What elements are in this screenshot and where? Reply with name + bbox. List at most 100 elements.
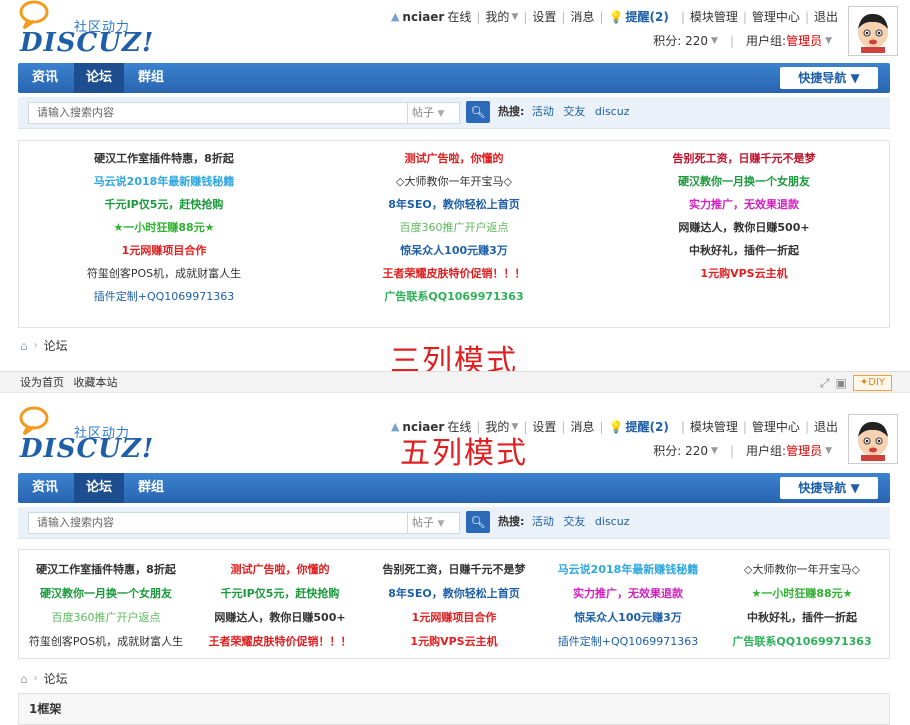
style-icon[interactable]: ▣: [836, 376, 847, 390]
chevron-down-icon: ▼: [511, 11, 519, 22]
settings-link[interactable]: 设置: [532, 8, 556, 25]
ad-link[interactable]: 王者荣耀皮肤特价促销！！！: [309, 262, 599, 286]
module-manage-link[interactable]: 模块管理: [690, 418, 738, 435]
home-icon[interactable]: ⌂: [20, 339, 28, 353]
ad-link[interactable]: 8年SEO，教你轻松上首页: [309, 193, 599, 217]
ad-link[interactable]: 8年SEO，教你轻松上首页: [367, 582, 541, 606]
ad-link[interactable]: 马云说2018年最新赚钱秘籍: [541, 558, 715, 582]
search-input[interactable]: 请输入搜索内容: [28, 102, 408, 124]
nav-item-forum[interactable]: 论坛: [74, 473, 124, 503]
breadcrumb-forum[interactable]: 论坛: [44, 337, 68, 354]
ad-link[interactable]: 实力推广，无效果退款: [541, 582, 715, 606]
ad-link[interactable]: 1元网赚项目合作: [19, 239, 309, 263]
ad-link[interactable]: 王者荣耀皮肤特价促销！！！: [193, 630, 367, 654]
ad-link[interactable]: 插件定制+QQ1069971363: [541, 630, 715, 654]
nav-item-group[interactable]: 群组: [128, 473, 174, 503]
search-button[interactable]: 🔍︎: [466, 511, 490, 533]
ad-link[interactable]: 硬汉教你一月换一个女朋友: [599, 170, 889, 194]
settings-link[interactable]: 设置: [532, 418, 556, 435]
hot-keyword[interactable]: 活动: [532, 105, 554, 118]
quick-nav-button[interactable]: 快捷导航 ▼: [780, 477, 878, 499]
messages-link[interactable]: 消息: [570, 418, 594, 435]
ad-link[interactable]: 中秋好礼，插件一折起: [715, 606, 889, 630]
ad-link[interactable]: ★一小时狂赚88元★: [19, 216, 309, 240]
nav-item-forum[interactable]: 论坛: [74, 63, 124, 93]
ad-panel-three-col: 硬汉工作室插件特惠，8折起 测试广告啦，你懂的 告别死工资，日赚千元不是梦马云说20…: [18, 140, 890, 328]
ad-link[interactable]: ★一小时狂赚88元★: [715, 582, 889, 606]
points-menu[interactable]: 积分: 220: [653, 32, 708, 49]
ad-link[interactable]: 百度360推广开户返点: [19, 606, 193, 630]
ad-link[interactable]: 1元购VPS云主机: [367, 630, 541, 654]
ad-link[interactable]: 告别死工资，日赚千元不是梦: [599, 147, 889, 171]
set-home-link[interactable]: 设为首页: [20, 376, 64, 389]
ad-link[interactable]: 中秋好礼，插件一折起: [599, 239, 889, 263]
messages-link[interactable]: 消息: [570, 8, 594, 25]
username-link[interactable]: nciaer: [402, 10, 444, 24]
ad-link[interactable]: 千元IP仅5元，赶快抢购: [19, 193, 309, 217]
avatar[interactable]: [848, 414, 898, 464]
admin-center-link[interactable]: 管理中心: [752, 418, 800, 435]
breadcrumb: ⌂ › 论坛: [20, 670, 68, 687]
hot-keyword[interactable]: 交友: [563, 105, 585, 118]
ad-link[interactable]: 测试广告啦，你懂的: [309, 147, 599, 171]
ad-link[interactable]: 告别死工资，日赚千元不是梦: [367, 558, 541, 582]
admin-center-link[interactable]: 管理中心: [752, 8, 800, 25]
ad-link[interactable]: 网赚达人，教你日赚500+: [193, 606, 367, 630]
bookmark-link[interactable]: 收藏本站: [74, 376, 118, 389]
online-status[interactable]: 在线: [447, 8, 471, 25]
ad-link[interactable]: 千元IP仅5元，赶快抢购: [193, 582, 367, 606]
chevron-right-icon: ›: [33, 340, 38, 351]
ad-link[interactable]: 1元网赚项目合作: [367, 606, 541, 630]
ad-link[interactable]: 符玺创客POS机，成就财富人生: [19, 630, 193, 654]
ad-link[interactable]: 百度360推广开户返点: [309, 216, 599, 240]
nav-item-news[interactable]: 资讯: [22, 473, 68, 503]
ad-link[interactable]: 硬汉工作室插件特惠，8折起: [19, 558, 193, 582]
ad-link[interactable]: 符玺创客POS机，成就财富人生: [19, 262, 309, 286]
module-manage-link[interactable]: 模块管理: [690, 8, 738, 25]
ad-link[interactable]: 插件定制+QQ1069971363: [19, 285, 309, 309]
remind-link[interactable]: 提醒(2): [625, 418, 668, 435]
chevron-down-icon: ▼: [437, 109, 445, 119]
avatar[interactable]: [848, 6, 898, 56]
search-type-select[interactable]: 帖子 ▼: [408, 102, 460, 124]
ad-link[interactable]: 惊呆众人100元赚3万: [541, 606, 715, 630]
chevron-down-icon: ▼: [825, 35, 832, 46]
search-button[interactable]: 🔍︎: [466, 101, 490, 123]
remind-link[interactable]: 提醒(2): [625, 8, 668, 25]
site-logo[interactable]: 社区动力 DISCUZ!: [18, 0, 218, 60]
usergroup-link[interactable]: 管理员: [786, 442, 822, 459]
home-icon[interactable]: ⌂: [20, 672, 28, 686]
quick-nav-button[interactable]: 快捷导航 ▼: [780, 67, 878, 89]
ad-link[interactable]: 广告联系QQ1069971363: [715, 630, 889, 654]
hot-keyword[interactable]: 交友: [563, 515, 585, 528]
search-type-select[interactable]: 帖子 ▼: [408, 512, 460, 534]
hot-keyword[interactable]: discuz: [595, 105, 630, 118]
ad-link[interactable]: 马云说2018年最新赚钱秘籍: [19, 170, 309, 194]
my-menu[interactable]: 我的: [485, 8, 509, 25]
nav-item-news[interactable]: 资讯: [22, 63, 68, 93]
ad-link[interactable]: 惊呆众人100元赚3万: [309, 239, 599, 263]
ad-link[interactable]: ◇大师教你一年开宝马◇: [715, 558, 889, 582]
ad-link[interactable]: 硬汉教你一月换一个女朋友: [19, 582, 193, 606]
points-menu[interactable]: 积分: 220: [653, 442, 708, 459]
ad-link[interactable]: ◇大师教你一年开宝马◇: [309, 170, 599, 194]
nav-item-group[interactable]: 群组: [128, 63, 174, 93]
hot-keyword[interactable]: discuz: [595, 515, 630, 528]
site-logo[interactable]: 社区动力 DISCUZ!: [18, 406, 218, 466]
hot-keyword[interactable]: 活动: [532, 515, 554, 528]
ad-link[interactable]: 1元购VPS云主机: [599, 262, 889, 286]
ad-link[interactable]: 网赚达人，教你日赚500+: [599, 216, 889, 240]
chevron-down-icon: ▼: [437, 519, 445, 529]
site-footer-bar: 设为首页 收藏本站 ⤢ ▣ ✦DIY: [0, 371, 910, 393]
usergroup-link[interactable]: 管理员: [786, 32, 822, 49]
logout-link[interactable]: 退出: [814, 418, 838, 435]
diy-button[interactable]: ✦DIY: [852, 375, 892, 391]
search-input[interactable]: 请输入搜索内容: [28, 512, 408, 534]
ad-link[interactable]: 实力推广，无效果退款: [599, 193, 889, 217]
ad-link[interactable]: 测试广告啦，你懂的: [193, 558, 367, 582]
breadcrumb-forum[interactable]: 论坛: [44, 670, 68, 687]
fullscreen-icon[interactable]: ⤢: [820, 376, 830, 391]
ad-link[interactable]: 广告联系QQ1069971363: [309, 285, 599, 309]
ad-link[interactable]: 硬汉工作室插件特惠，8折起: [19, 147, 309, 171]
logout-link[interactable]: 退出: [814, 8, 838, 25]
